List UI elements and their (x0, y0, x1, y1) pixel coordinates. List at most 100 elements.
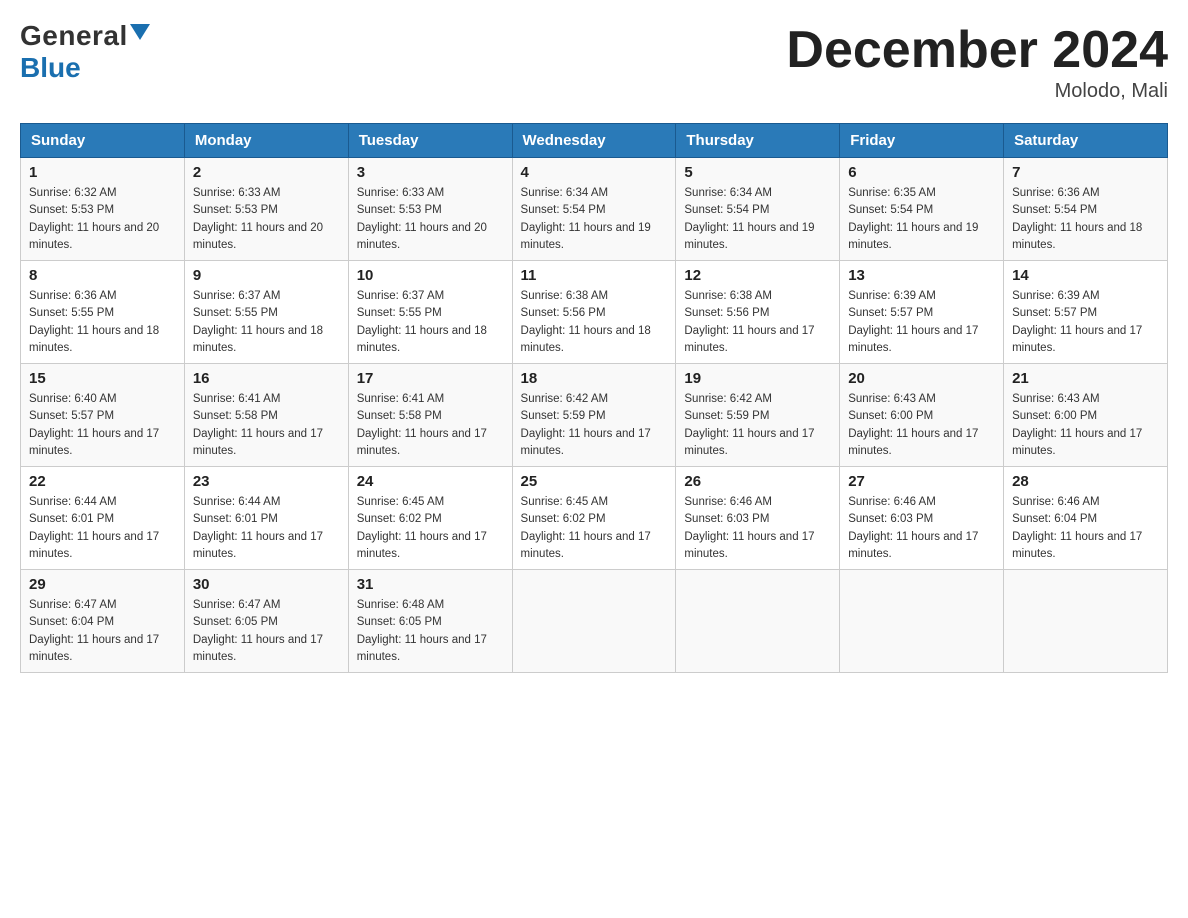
table-row: 5 Sunrise: 6:34 AMSunset: 5:54 PMDaylight… (676, 158, 840, 261)
table-row: 30 Sunrise: 6:47 AMSunset: 6:05 PMDayligh… (184, 570, 348, 673)
day-info: Sunrise: 6:36 AMSunset: 5:55 PMDaylight:… (29, 288, 176, 357)
month-title: December 2024 (786, 20, 1168, 80)
day-info: Sunrise: 6:42 AMSunset: 5:59 PMDaylight:… (684, 391, 831, 460)
col-wednesday: Wednesday (512, 124, 676, 158)
day-number: 29 (29, 576, 176, 593)
day-number: 17 (357, 370, 504, 387)
day-number: 28 (1012, 473, 1159, 490)
day-number: 12 (684, 267, 831, 284)
table-row: 14 Sunrise: 6:39 AMSunset: 5:57 PMDayligh… (1004, 261, 1168, 364)
table-row: 20Sunrise: 6:43 AMSunset: 6:00 PMDayligh… (840, 364, 1004, 467)
table-row: 13 Sunrise: 6:39 AMSunset: 5:57 PMDayligh… (840, 261, 1004, 364)
title-section: December 2024 Molodo, Mali (786, 20, 1168, 103)
calendar-week-row: 15 Sunrise: 6:40 AMSunset: 5:57 PMDayligh… (21, 364, 1168, 467)
table-row: 18 Sunrise: 6:42 AMSunset: 5:59 PMDayligh… (512, 364, 676, 467)
day-info: Sunrise: 6:34 AMSunset: 5:54 PMDaylight:… (684, 185, 831, 254)
day-info: Sunrise: 6:48 AMSunset: 6:05 PMDaylight:… (357, 597, 504, 666)
day-number: 26 (684, 473, 831, 490)
table-row: 19 Sunrise: 6:42 AMSunset: 5:59 PMDayligh… (676, 364, 840, 467)
day-info: Sunrise: 6:36 AMSunset: 5:54 PMDaylight:… (1012, 185, 1159, 254)
day-number: 15 (29, 370, 176, 387)
day-info: Sunrise: 6:41 AMSunset: 5:58 PMDaylight:… (193, 391, 340, 460)
day-number: 30 (193, 576, 340, 593)
day-info: Sunrise: 6:37 AMSunset: 5:55 PMDaylight:… (357, 288, 504, 357)
day-info: Sunrise: 6:42 AMSunset: 5:59 PMDaylight:… (521, 391, 668, 460)
day-number: 24 (357, 473, 504, 490)
table-row: 24 Sunrise: 6:45 AMSunset: 6:02 PMDayligh… (348, 467, 512, 570)
day-info: Sunrise: 6:37 AMSunset: 5:55 PMDaylight:… (193, 288, 340, 357)
day-info: Sunrise: 6:38 AMSunset: 5:56 PMDaylight:… (684, 288, 831, 357)
location: Molodo, Mali (786, 80, 1168, 103)
day-info: Sunrise: 6:46 AMSunset: 6:03 PMDaylight:… (848, 494, 995, 563)
day-info: Sunrise: 6:43 AMSunset: 6:00 PMDaylight:… (848, 391, 995, 460)
table-row: 12 Sunrise: 6:38 AMSunset: 5:56 PMDayligh… (676, 261, 840, 364)
day-info: Sunrise: 6:32 AMSunset: 5:53 PMDaylight:… (29, 185, 176, 254)
table-row: 17 Sunrise: 6:41 AMSunset: 5:58 PMDayligh… (348, 364, 512, 467)
calendar-week-row: 29 Sunrise: 6:47 AMSunset: 6:04 PMDayligh… (21, 570, 1168, 673)
day-number: 3 (357, 164, 504, 181)
day-info: Sunrise: 6:45 AMSunset: 6:02 PMDaylight:… (357, 494, 504, 563)
col-monday: Monday (184, 124, 348, 158)
calendar-week-row: 8 Sunrise: 6:36 AMSunset: 5:55 PMDaylight… (21, 261, 1168, 364)
day-number: 27 (848, 473, 995, 490)
day-info: Sunrise: 6:44 AMSunset: 6:01 PMDaylight:… (193, 494, 340, 563)
day-info: Sunrise: 6:46 AMSunset: 6:04 PMDaylight:… (1012, 494, 1159, 563)
table-row: 29 Sunrise: 6:47 AMSunset: 6:04 PMDayligh… (21, 570, 185, 673)
day-number: 31 (357, 576, 504, 593)
table-row: 1 Sunrise: 6:32 AMSunset: 5:53 PMDaylight… (21, 158, 185, 261)
day-number: 19 (684, 370, 831, 387)
table-row: 3Sunrise: 6:33 AMSunset: 5:53 PMDaylight… (348, 158, 512, 261)
table-row: 16Sunrise: 6:41 AMSunset: 5:58 PMDayligh… (184, 364, 348, 467)
day-info: Sunrise: 6:39 AMSunset: 5:57 PMDaylight:… (1012, 288, 1159, 357)
table-row: 22 Sunrise: 6:44 AMSunset: 6:01 PMDayligh… (21, 467, 185, 570)
table-row: 23 Sunrise: 6:44 AMSunset: 6:01 PMDayligh… (184, 467, 348, 570)
day-info: Sunrise: 6:47 AMSunset: 6:04 PMDaylight:… (29, 597, 176, 666)
table-row: 2Sunrise: 6:33 AMSunset: 5:53 PMDaylight… (184, 158, 348, 261)
table-row: 10 Sunrise: 6:37 AMSunset: 5:55 PMDayligh… (348, 261, 512, 364)
day-number: 5 (684, 164, 831, 181)
day-number: 1 (29, 164, 176, 181)
table-row: 28 Sunrise: 6:46 AMSunset: 6:04 PMDayligh… (1004, 467, 1168, 570)
col-thursday: Thursday (676, 124, 840, 158)
table-row: 27 Sunrise: 6:46 AMSunset: 6:03 PMDayligh… (840, 467, 1004, 570)
day-number: 13 (848, 267, 995, 284)
day-number: 25 (521, 473, 668, 490)
day-number: 23 (193, 473, 340, 490)
page-header: General Blue December 2024 Molodo, Mali (20, 20, 1168, 103)
table-row: 26Sunrise: 6:46 AMSunset: 6:03 PMDayligh… (676, 467, 840, 570)
table-row (840, 570, 1004, 673)
table-row: 31 Sunrise: 6:48 AMSunset: 6:05 PMDayligh… (348, 570, 512, 673)
day-info: Sunrise: 6:35 AMSunset: 5:54 PMDaylight:… (848, 185, 995, 254)
table-row (676, 570, 840, 673)
table-row (1004, 570, 1168, 673)
day-info: Sunrise: 6:33 AMSunset: 5:53 PMDaylight:… (193, 185, 340, 254)
day-info: Sunrise: 6:41 AMSunset: 5:58 PMDaylight:… (357, 391, 504, 460)
day-number: 21 (1012, 370, 1159, 387)
table-row: 15 Sunrise: 6:40 AMSunset: 5:57 PMDayligh… (21, 364, 185, 467)
day-info: Sunrise: 6:34 AMSunset: 5:54 PMDaylight:… (521, 185, 668, 254)
day-number: 6 (848, 164, 995, 181)
table-row: 8 Sunrise: 6:36 AMSunset: 5:55 PMDaylight… (21, 261, 185, 364)
day-number: 14 (1012, 267, 1159, 284)
col-tuesday: Tuesday (348, 124, 512, 158)
day-number: 10 (357, 267, 504, 284)
table-row: 9Sunrise: 6:37 AMSunset: 5:55 PMDaylight… (184, 261, 348, 364)
logo-general-text: General (20, 20, 128, 52)
day-info: Sunrise: 6:45 AMSunset: 6:02 PMDaylight:… (521, 494, 668, 563)
day-number: 4 (521, 164, 668, 181)
day-number: 18 (521, 370, 668, 387)
day-info: Sunrise: 6:39 AMSunset: 5:57 PMDaylight:… (848, 288, 995, 357)
calendar-week-row: 22 Sunrise: 6:44 AMSunset: 6:01 PMDayligh… (21, 467, 1168, 570)
table-row: 6 Sunrise: 6:35 AMSunset: 5:54 PMDaylight… (840, 158, 1004, 261)
day-number: 8 (29, 267, 176, 284)
table-row: 21Sunrise: 6:43 AMSunset: 6:00 PMDayligh… (1004, 364, 1168, 467)
day-info: Sunrise: 6:40 AMSunset: 5:57 PMDaylight:… (29, 391, 176, 460)
day-info: Sunrise: 6:47 AMSunset: 6:05 PMDaylight:… (193, 597, 340, 666)
calendar-header-row: Sunday Monday Tuesday Wednesday Thursday… (21, 124, 1168, 158)
day-info: Sunrise: 6:44 AMSunset: 6:01 PMDaylight:… (29, 494, 176, 563)
col-friday: Friday (840, 124, 1004, 158)
table-row: 4 Sunrise: 6:34 AMSunset: 5:54 PMDaylight… (512, 158, 676, 261)
day-number: 22 (29, 473, 176, 490)
col-sunday: Sunday (21, 124, 185, 158)
day-number: 11 (521, 267, 668, 284)
